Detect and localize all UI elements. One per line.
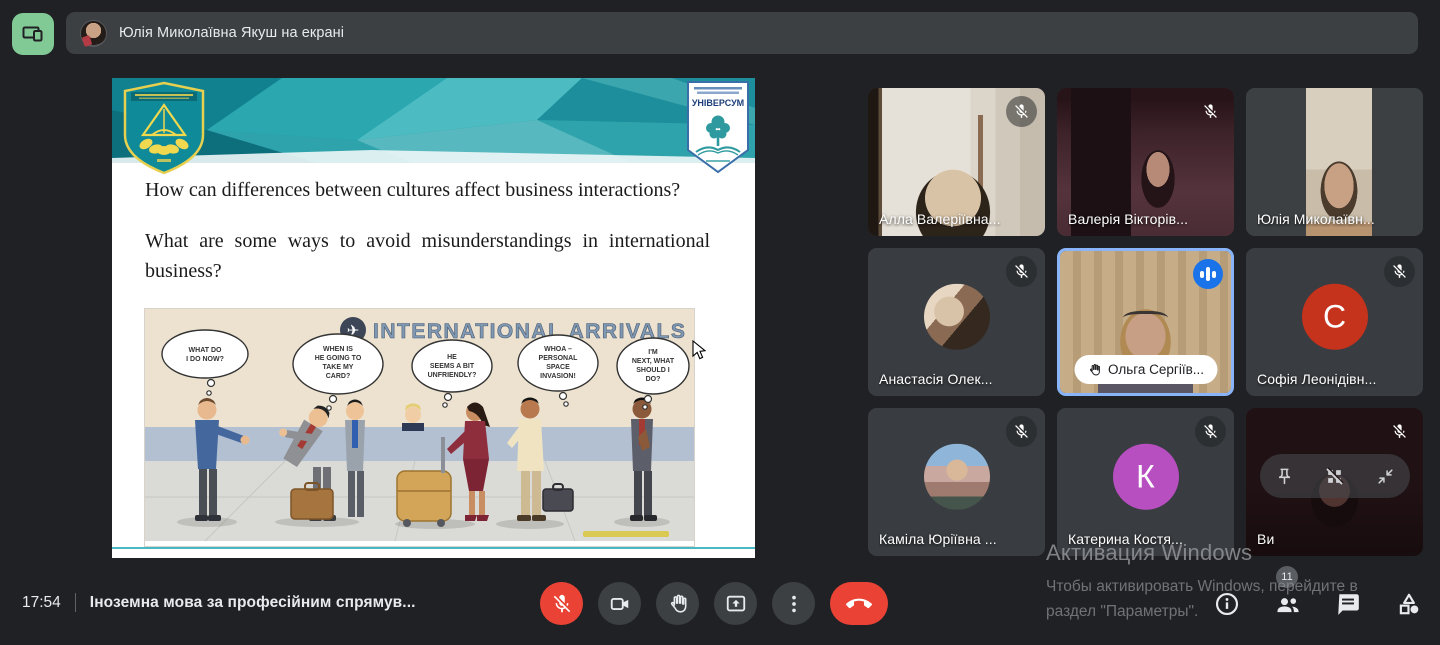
meeting-details-button[interactable] — [1212, 589, 1242, 619]
participant-tile[interactable]: Ви — [1246, 408, 1423, 556]
presenting-banner[interactable]: Юлія Миколаївна Якуш на екрані — [66, 12, 1418, 54]
mouse-cursor — [692, 340, 706, 360]
info-icon — [1215, 592, 1239, 616]
meeting-info: 17:54 Іноземна мова за професійним спрям… — [22, 593, 416, 612]
activities-button[interactable] — [1394, 589, 1424, 619]
cartoon-suitcase-brown — [290, 488, 334, 520]
remove-tile-icon[interactable] — [1325, 466, 1344, 486]
presenting-label: Юлія Миколаївна Якуш на екрані — [119, 25, 345, 41]
side-panel-icons — [1212, 589, 1424, 619]
call-end-icon — [846, 598, 872, 608]
end-call-button[interactable] — [830, 582, 888, 625]
hand-icon — [670, 594, 686, 613]
participant-tile[interactable]: Алла Валеріївна... — [868, 88, 1045, 236]
mic-muted-indicator — [1195, 96, 1226, 127]
avatar — [923, 283, 990, 350]
participants-count-badge: 11 — [1276, 566, 1298, 588]
mic-muted-indicator — [1384, 256, 1415, 287]
shared-screen-slide: УНІВЕРСУМ How can differences between cu… — [112, 78, 755, 558]
chat-icon — [1338, 594, 1360, 615]
avatar: С — [1301, 283, 1368, 350]
speaking-indicator — [1193, 259, 1223, 289]
participant-tile[interactable]: Каміла Юріївна ... — [868, 408, 1045, 556]
raise-hand-button[interactable] — [656, 582, 699, 625]
university-crest-logo — [119, 81, 209, 181]
hand-raised-name-pill: Ольга Сергіїв... — [1073, 355, 1218, 384]
mic-off-icon — [1204, 424, 1217, 438]
participant-grid: Алла Валеріївна... Валерія Вікторів... Юлі… — [868, 88, 1428, 558]
mic-off-icon — [1015, 424, 1028, 438]
participant-tile[interactable]: Валерія Вікторів... — [1057, 88, 1234, 236]
participant-name: Юлія Миколаївн... — [1257, 211, 1375, 227]
mic-off-icon — [1015, 104, 1028, 118]
avatar: К — [1112, 443, 1179, 510]
participant-name: Алла Валеріївна... — [879, 211, 1001, 227]
participant-tile[interactable]: Анастасія Олек... — [868, 248, 1045, 396]
cartoon-watermark — [583, 531, 669, 537]
participants-button[interactable] — [1273, 589, 1303, 619]
mic-mute-button[interactable] — [540, 582, 583, 625]
meeting-name: Іноземна мова за професійним спрямув... — [89, 593, 416, 611]
participant-name: Софія Леонідівн... — [1257, 371, 1377, 387]
mic-off-icon — [553, 594, 570, 612]
avatar — [923, 443, 990, 510]
pin-icon[interactable] — [1275, 467, 1294, 486]
slide-text: How can differences between cultures aff… — [145, 175, 710, 307]
mic-muted-indicator — [1384, 416, 1415, 447]
participant-tile[interactable]: Ольга Сергіїв... — [1057, 248, 1234, 396]
participant-tile[interactable]: С Софія Леонідівн... — [1246, 248, 1423, 396]
participant-tile[interactable]: Юлія Миколаївн... — [1246, 88, 1423, 236]
participant-name: Ольга Сергіїв... — [1107, 362, 1205, 377]
participant-name: Катерина Костя... — [1068, 531, 1183, 547]
people-icon — [1277, 598, 1299, 613]
participant-name: Анастасія Олек... — [879, 371, 993, 387]
call-controls — [540, 582, 888, 625]
self-tile-controls — [1259, 454, 1410, 498]
camera-button[interactable] — [598, 582, 641, 625]
chat-button[interactable] — [1333, 589, 1363, 619]
slide-question-1: How can differences between cultures aff… — [145, 179, 681, 201]
cartoon-briefcase — [542, 488, 574, 512]
mic-off-icon — [1204, 104, 1217, 118]
mic-off-icon — [1015, 264, 1028, 278]
activities-icon — [1399, 593, 1419, 615]
participant-name: Валерія Вікторів... — [1068, 211, 1189, 227]
present-button[interactable] — [714, 582, 757, 625]
mic-off-icon — [1393, 424, 1406, 438]
svg-text:УНІВЕРСУМ: УНІВЕРСУМ — [692, 98, 744, 108]
participant-name: Каміла Юріївна ... — [879, 531, 997, 547]
camera-icon — [610, 597, 628, 610]
mic-off-icon — [1393, 264, 1406, 278]
clock: 17:54 — [22, 593, 61, 611]
mic-muted-indicator — [1195, 416, 1226, 447]
participant-name: Ви — [1257, 531, 1275, 547]
universum-badge-logo: УНІВЕРСУМ — [686, 80, 750, 180]
more-options-button[interactable] — [772, 582, 815, 625]
minimize-icon[interactable] — [1376, 467, 1395, 486]
mic-muted-indicator — [1006, 96, 1037, 127]
divider — [74, 593, 76, 612]
participant-tile[interactable]: К Катерина Костя... — [1057, 408, 1234, 556]
slide-footer-line — [112, 547, 755, 549]
devices-icon — [22, 26, 43, 42]
presenter-avatar — [80, 19, 107, 47]
meet-window: Юлія Миколаївна Якуш на екрані УНІВЕРСУМ… — [0, 0, 1440, 645]
international-arrivals-cartoon: ✈ INTERNATIONAL ARRIVALS WHAT DO I DO NO… — [144, 308, 695, 547]
slide-question-2: What are some ways to avoid misunderstan… — [145, 230, 710, 282]
more-vert-icon — [791, 595, 796, 612]
mic-muted-indicator — [1006, 256, 1037, 287]
mic-muted-indicator — [1006, 416, 1037, 447]
presentation-source-button[interactable] — [12, 13, 54, 55]
raised-hand-icon — [1089, 363, 1100, 375]
present-icon — [726, 595, 745, 611]
